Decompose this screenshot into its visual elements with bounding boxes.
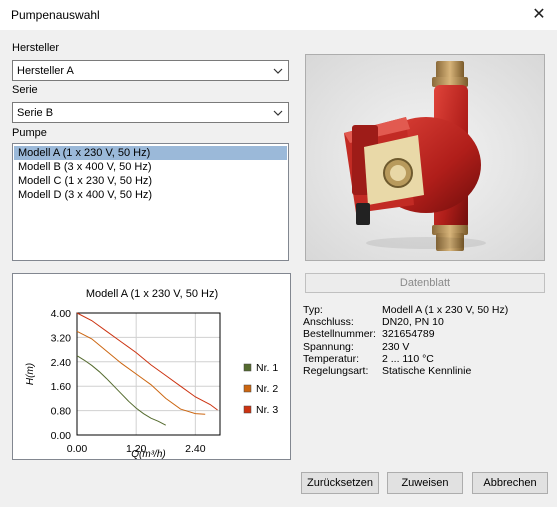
detail-value-connection: DN20, PN 10 <box>382 316 444 329</box>
legend-label: Nr. 2 <box>256 383 278 395</box>
detail-value-temperature: 2 ... 110 °C <box>382 352 434 365</box>
manufacturer-select[interactable]: Hersteller A <box>12 60 289 81</box>
x-axis-label: Q(m³/h) <box>131 449 165 459</box>
x-tick-label: 2.40 <box>185 443 206 455</box>
legend-swatch <box>243 405 252 414</box>
detail-key-temperature: Temperatur: <box>303 352 360 365</box>
list-item[interactable]: Modell D (3 x 400 V, 50 Hz) <box>14 188 287 202</box>
pump-image <box>305 54 545 261</box>
pump-photo-icon <box>306 55 544 260</box>
y-tick-label: 2.40 <box>51 357 72 369</box>
y-tick-label: 3.20 <box>51 332 72 344</box>
x-tick-label: 0.00 <box>67 443 88 455</box>
legend-swatch <box>243 363 252 372</box>
chevron-down-icon <box>273 68 283 74</box>
series-line-nr-2 <box>76 330 206 415</box>
list-item[interactable]: Modell B (3 x 400 V, 50 Hz) <box>14 160 287 174</box>
y-tick-label: 0.80 <box>51 406 72 418</box>
chart-svg: Modell A (1 x 230 V, 50 Hz) 0.00 0.80 1.60… <box>25 288 278 460</box>
chart-title: Modell A (1 x 230 V, 50 Hz) <box>86 288 218 300</box>
y-axis-label: H(m) <box>25 363 36 385</box>
close-icon[interactable]: ✕ <box>530 6 548 24</box>
detail-value-type: Modell A (1 x 230 V, 50 Hz) <box>382 304 509 316</box>
chevron-down-icon <box>273 110 283 116</box>
y-tick-label: 4.00 <box>51 308 72 320</box>
window-title: Pumpenauswahl <box>11 8 100 22</box>
series-label: Serie <box>12 84 38 96</box>
assign-button[interactable]: Zuweisen <box>387 472 463 494</box>
y-tick-label: 0.00 <box>51 430 72 442</box>
manufacturer-label: Hersteller <box>12 42 60 54</box>
detail-value-control: Statische Kennlinie <box>382 365 472 378</box>
legend-swatch <box>243 384 252 393</box>
pump-list[interactable]: Modell A (1 x 230 V, 50 Hz) Modell B (3 … <box>12 143 289 261</box>
pump-label: Pumpe <box>12 127 47 139</box>
legend-label: Nr. 1 <box>256 362 278 374</box>
detail-key-control: Regelungsart: <box>303 365 369 378</box>
detail-key-connection: Anschluss: <box>303 316 354 329</box>
datasheet-button[interactable]: Datenblatt <box>305 273 545 293</box>
reset-button[interactable]: Zurücksetzen <box>301 472 379 494</box>
manufacturer-value: Hersteller A <box>17 65 74 77</box>
series-select[interactable]: Serie B <box>12 102 289 123</box>
pump-curve-chart: Modell A (1 x 230 V, 50 Hz) 0.00 0.80 1.60… <box>12 273 291 460</box>
legend-label: Nr. 3 <box>256 404 278 416</box>
detail-key-type: Typ: <box>303 304 323 316</box>
series-value: Serie B <box>17 107 54 119</box>
details-keys: Typ: Anschluss: Bestellnummer: Spannung:… <box>303 304 376 377</box>
detail-value-voltage: 230 V <box>382 340 410 353</box>
details-values: Modell A (1 x 230 V, 50 Hz) DN20, PN 10 … <box>382 304 508 377</box>
list-item[interactable]: Modell C (1 x 230 V, 50 Hz) <box>14 174 287 188</box>
detail-value-order-number: 321654789 <box>382 328 435 341</box>
cancel-button[interactable]: Abbrechen <box>472 472 548 494</box>
detail-key-order-number: Bestellnummer: <box>303 328 376 341</box>
detail-key-voltage: Spannung: <box>303 340 354 353</box>
list-item[interactable]: Modell A (1 x 230 V, 50 Hz) <box>14 146 287 160</box>
y-tick-label: 1.60 <box>51 381 72 393</box>
